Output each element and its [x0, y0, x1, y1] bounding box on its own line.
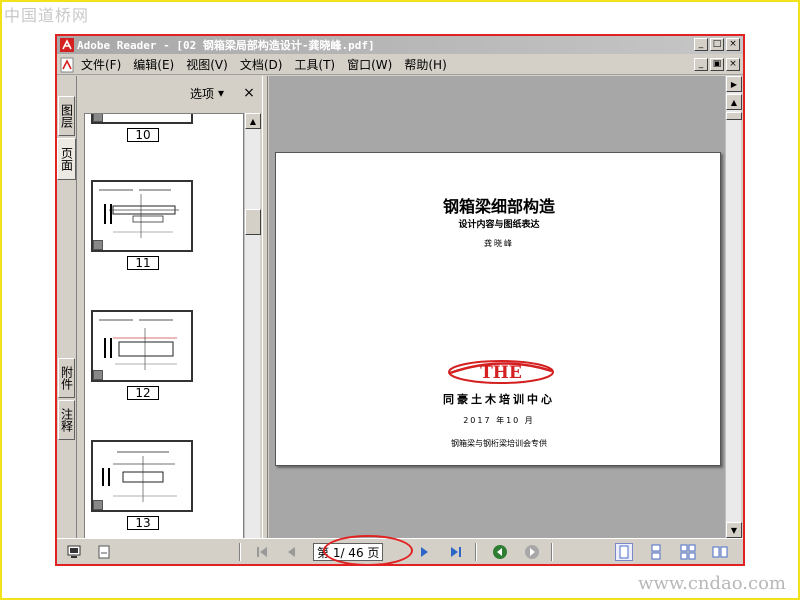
- page-thumbnail[interactable]: [91, 114, 193, 124]
- menu-document[interactable]: 文档(D): [240, 56, 283, 73]
- pane-splitter[interactable]: [262, 76, 268, 538]
- thumbnail-badge-icon: [93, 114, 103, 122]
- document-scrollbar[interactable]: ▶ ▲ ▼: [725, 76, 742, 538]
- adobe-reader-icon: [60, 38, 74, 52]
- first-page-icon[interactable]: [253, 543, 271, 561]
- site-url: www.cndao.com: [638, 573, 786, 594]
- status-separator: [239, 543, 241, 561]
- tab-comments[interactable]: 注释: [58, 400, 75, 440]
- window-title: Adobe Reader - [02 钢箱梁局部构造设计-龚晓峰.pdf]: [77, 39, 375, 52]
- doc-minimize-button[interactable]: _: [694, 58, 708, 71]
- document-author: 龚晓峰: [484, 239, 514, 248]
- next-page-icon[interactable]: [415, 543, 433, 561]
- the-logo: THE: [446, 359, 556, 385]
- continuous-view-icon[interactable]: [647, 543, 665, 561]
- side-tab-strip: 图层 页面 附件 注释: [57, 76, 77, 538]
- go-back-icon[interactable]: [491, 543, 509, 561]
- scroll-up-icon[interactable]: ▲: [245, 113, 261, 129]
- page-thumbnail[interactable]: [91, 310, 193, 382]
- status-separator: [475, 543, 477, 561]
- last-page-icon[interactable]: [447, 543, 465, 561]
- thumbnail-badge-icon: [93, 370, 103, 380]
- facing-view-icon[interactable]: [711, 543, 729, 561]
- title-bar[interactable]: Adobe Reader - [02 钢箱梁局部构造设计-龚晓峰.pdf] _ …: [57, 36, 743, 54]
- options-menu-button[interactable]: 选项 ▾: [190, 85, 224, 102]
- page-layout-icon[interactable]: [95, 543, 113, 561]
- thumbnail-scrollbar[interactable]: ▲ ▼: [244, 113, 261, 560]
- chevron-down-icon: ▾: [217, 86, 224, 100]
- doc-restore-button[interactable]: ▣: [710, 58, 724, 71]
- site-logo: 中国道桥网: [4, 6, 90, 25]
- status-separator: [551, 543, 553, 561]
- thumbnail-list[interactable]: 10 11 12 13: [84, 113, 244, 560]
- menu-window[interactable]: 窗口(W): [347, 56, 392, 73]
- go-forward-icon[interactable]: [523, 543, 541, 561]
- document-note: 钢箱梁与钢桁梁培训会专供: [451, 439, 547, 448]
- menu-bar: 文件(F) 编辑(E) 视图(V) 文档(D) 工具(T) 窗口(W) 帮助(H…: [57, 55, 743, 75]
- scroll-thumb[interactable]: [726, 112, 742, 120]
- menu-view[interactable]: 视图(V): [186, 56, 228, 73]
- pages-nav-pane: 选项 ▾ × 10 11 12 13 ▲: [78, 76, 262, 560]
- menu-edit[interactable]: 编辑(E): [133, 56, 174, 73]
- menu-tools[interactable]: 工具(T): [294, 56, 335, 73]
- thumbnail-label[interactable]: 10: [127, 128, 159, 142]
- single-page-view-icon[interactable]: [615, 543, 633, 561]
- thumbnail-label[interactable]: 13: [127, 516, 159, 530]
- scroll-down-icon[interactable]: ▼: [726, 522, 742, 538]
- document-title: 钢箱梁细部构造: [442, 197, 555, 216]
- previous-page-icon[interactable]: [283, 543, 301, 561]
- maximize-button[interactable]: □: [710, 38, 724, 51]
- pdf-page[interactable]: 钢箱梁细部构造 设计内容与图纸表达 龚晓峰 THE 同豪土木培训中心 2017 …: [275, 152, 721, 466]
- tab-pages[interactable]: 页面: [57, 138, 76, 180]
- thumbnail-label[interactable]: 11: [127, 256, 159, 270]
- page-number-field[interactable]: 第 1/ 46 页: [313, 543, 383, 561]
- tab-attachments[interactable]: 附件: [58, 358, 75, 398]
- thumbnail-badge-icon: [93, 500, 103, 510]
- document-subtitle: 设计内容与图纸表达: [458, 220, 540, 230]
- tab-layers[interactable]: 图层: [58, 96, 75, 136]
- logo-text: THE: [480, 363, 522, 383]
- doc-close-button[interactable]: ×: [726, 58, 740, 71]
- next-page-arrow-icon[interactable]: ▶: [726, 76, 742, 92]
- thumbnail-label[interactable]: 12: [127, 386, 159, 400]
- document-area[interactable]: 钢箱梁细部构造 设计内容与图纸表达 龚晓峰 THE 同豪土木培训中心 2017 …: [269, 76, 725, 538]
- app-window: Adobe Reader - [02 钢箱梁局部构造设计-龚晓峰.pdf] _ …: [55, 34, 745, 566]
- page-thumbnail[interactable]: [91, 440, 193, 512]
- continuous-facing-view-icon[interactable]: [679, 543, 697, 561]
- menu-help[interactable]: 帮助(H): [404, 56, 446, 73]
- minimize-button[interactable]: _: [694, 38, 708, 51]
- scroll-thumb[interactable]: [245, 209, 261, 235]
- thumbnail-badge-icon: [93, 240, 103, 250]
- options-label: 选项: [189, 86, 214, 101]
- close-pane-icon[interactable]: ×: [242, 85, 256, 101]
- page-thumbnail[interactable]: [91, 180, 193, 252]
- nav-pane-header: 选项 ▾ ×: [78, 76, 262, 110]
- close-button[interactable]: ×: [726, 38, 740, 51]
- menu-file[interactable]: 文件(F): [81, 56, 121, 73]
- scroll-up-icon[interactable]: ▲: [726, 94, 742, 110]
- status-bar: 第 1/ 46 页: [57, 538, 743, 564]
- document-date: 2017 年10 月: [463, 416, 535, 425]
- monitor-icon[interactable]: [65, 543, 83, 561]
- organization-name: 同豪土木培训中心: [443, 393, 555, 406]
- pdf-document-icon[interactable]: [59, 57, 75, 73]
